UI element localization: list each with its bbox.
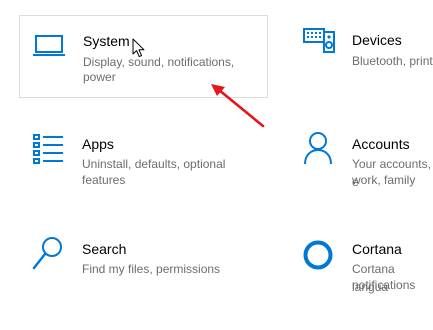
annotation-arrow (211, 84, 265, 128)
